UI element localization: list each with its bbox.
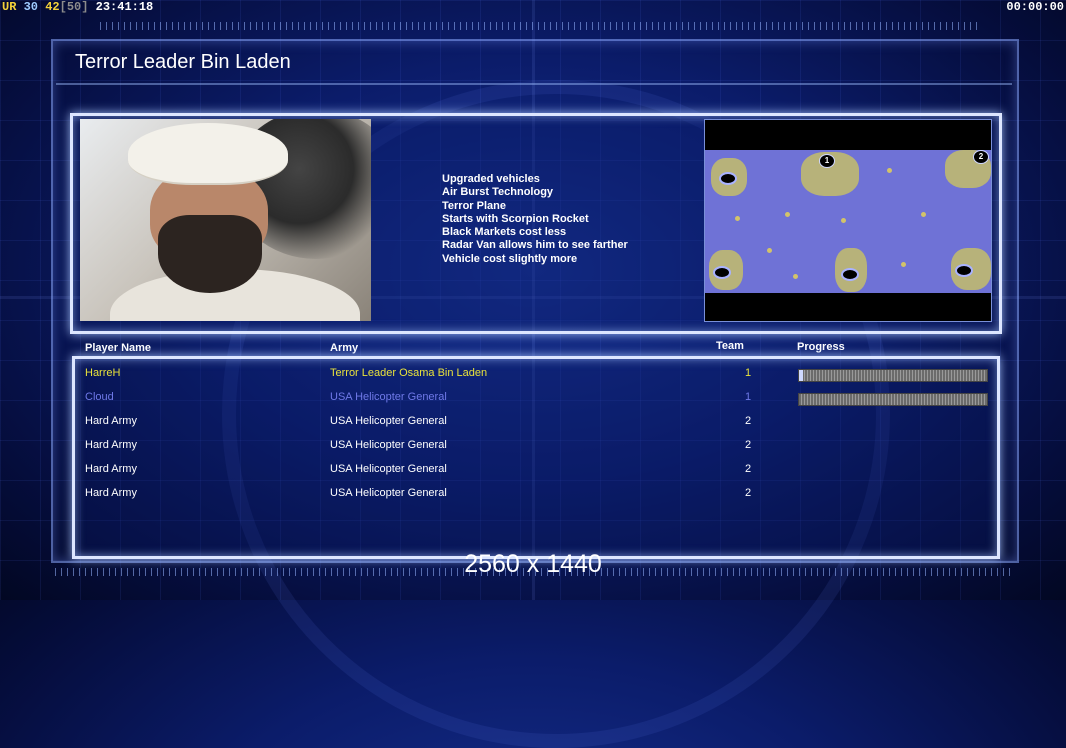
- player-name: Hard Army: [85, 487, 137, 499]
- supply-dot: [735, 216, 740, 221]
- supply-dot: [767, 248, 772, 253]
- player-row: Hard Army USA Helicopter General 2: [0, 481, 1066, 505]
- player-start-badge-1: 1: [819, 154, 835, 168]
- general-title: Terror Leader Bin Laden: [75, 51, 291, 73]
- player-army: USA Helicopter General: [330, 487, 447, 499]
- player-army: Terror Leader Osama Bin Laden: [330, 367, 488, 379]
- column-header-team: Team: [716, 340, 744, 352]
- supply-dot: [793, 274, 798, 279]
- title-divider: [56, 83, 1012, 85]
- hud-stats: UR 30 42[50] 23:41:18: [2, 0, 153, 14]
- player-army: USA Helicopter General: [330, 391, 447, 403]
- supply-dot: [841, 218, 846, 223]
- player-name: HarreH: [85, 367, 121, 379]
- trait-item: Air Burst Technology: [442, 186, 554, 199]
- start-position-marker: [719, 172, 737, 185]
- player-load-progress-bar: [798, 369, 988, 382]
- column-header-player-name: Player Name: [85, 342, 152, 354]
- player-row: Hard Army USA Helicopter General 2: [0, 457, 1066, 481]
- player-team: 2: [745, 487, 752, 499]
- general-traits-list: Upgraded vehicles Air Burst Technology T…: [442, 173, 628, 266]
- hud-ur-label: UR: [2, 0, 17, 14]
- player-team: 1: [745, 367, 752, 379]
- player-row: Hard Army USA Helicopter General 2: [0, 433, 1066, 457]
- supply-dot: [901, 262, 906, 267]
- player-name: Hard Army: [85, 463, 137, 475]
- player-row: Hard Army USA Helicopter General 2: [0, 409, 1066, 433]
- hud-value-1: 30: [23, 0, 39, 14]
- hud-game-timer: 00:00:00: [1006, 0, 1064, 14]
- start-position-marker: [955, 264, 973, 277]
- player-name: Hard Army: [85, 439, 137, 451]
- map-terrain: [705, 150, 991, 293]
- supply-dot: [887, 168, 892, 173]
- trait-item: Vehicle cost slightly more: [442, 252, 578, 265]
- player-team: 2: [745, 463, 752, 475]
- column-header-army: Army: [330, 342, 359, 354]
- portrait-beard: [158, 215, 262, 293]
- player-team: 2: [745, 439, 752, 451]
- top-ruler: [100, 22, 980, 30]
- player-start-badge-2: 2: [973, 150, 989, 164]
- hud-value-3: [50]: [59, 0, 89, 14]
- start-position-marker: [713, 266, 731, 279]
- general-portrait: [80, 119, 371, 321]
- trait-item: Radar Van allows him to see farther: [442, 239, 628, 252]
- trait-item: Upgraded vehicles: [442, 173, 540, 185]
- portrait-turban: [128, 123, 288, 185]
- player-army: USA Helicopter General: [330, 439, 447, 451]
- player-name: Hard Army: [85, 415, 137, 427]
- supply-dot: [785, 212, 790, 217]
- player-army: USA Helicopter General: [330, 415, 447, 427]
- trait-item: Black Markets cost less: [442, 226, 567, 239]
- player-load-progress-bar: [798, 393, 988, 406]
- trait-item: Terror Plane: [442, 199, 506, 212]
- column-header-progress: Progress: [797, 341, 845, 353]
- player-army: USA Helicopter General: [330, 463, 447, 475]
- map-preview: 1 2: [704, 119, 992, 322]
- progress-fill: [799, 370, 803, 381]
- player-row: HarreH Terror Leader Osama Bin Laden 1: [0, 361, 1066, 385]
- start-position-marker: [841, 268, 859, 281]
- player-row: Cloud USA Helicopter General 1: [0, 385, 1066, 409]
- hud-clock: 23:41:18: [95, 0, 154, 14]
- resolution-overlay: 2560 x 1440: [464, 550, 602, 578]
- hud-value-2: 42: [45, 0, 60, 14]
- supply-dot: [921, 212, 926, 217]
- player-team: 1: [745, 391, 752, 403]
- trait-item: Starts with Scorpion Rocket: [442, 212, 589, 225]
- player-team: 2: [745, 415, 752, 427]
- player-name: Cloud: [85, 391, 114, 403]
